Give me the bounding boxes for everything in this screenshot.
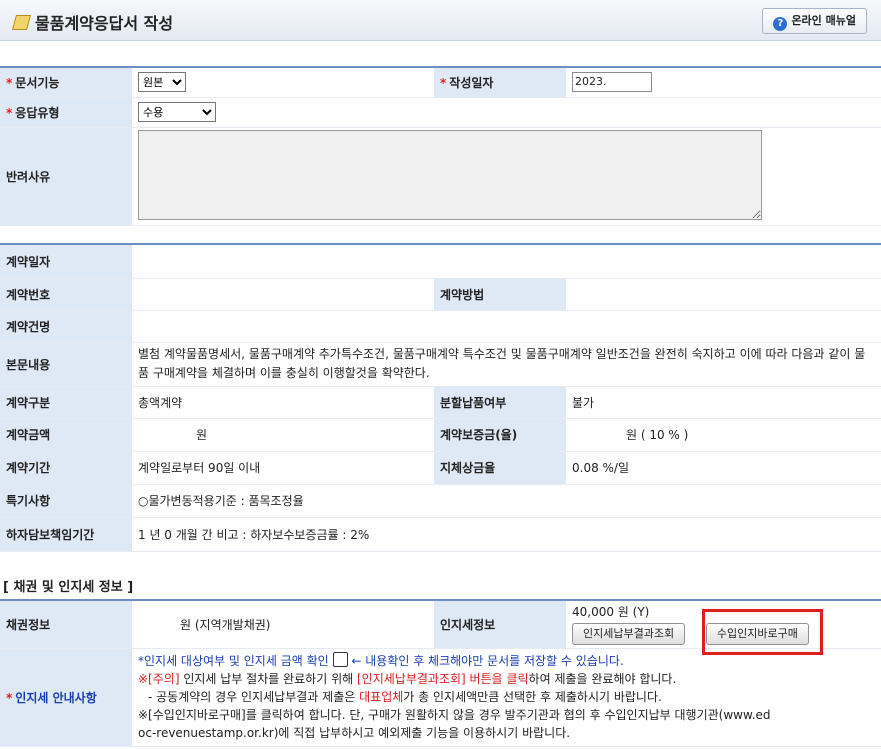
deposit-unit: 원 ( 10 % ) xyxy=(626,428,689,442)
delay-rate-label: 지체상금율 xyxy=(434,451,566,485)
created-date-field[interactable]: 2023. xyxy=(572,72,652,93)
special-notes-value: ○물가변동적용기준 : 품목조정율 xyxy=(132,484,881,518)
bond-info-value: 원 (지역개발채권) xyxy=(180,617,271,632)
contract-date-label: 계약일자 xyxy=(0,245,132,279)
help-icon: ? xyxy=(773,17,788,31)
created-date-label: * 작성일자 xyxy=(434,68,566,98)
highlight-box xyxy=(702,609,823,655)
pencil-icon xyxy=(11,15,32,30)
stamp-payment-result-button[interactable]: 인지세납부결과조회 xyxy=(572,623,686,646)
special-notes-label: 특기사항 xyxy=(0,484,132,518)
contract-body-label: 본문내용 xyxy=(0,342,132,387)
reject-reason-textarea[interactable] xyxy=(138,129,762,220)
contract-info-table: 계약일자 계약번호 계약방법 계약건명 본문내용 별첨 계약물품명세서, 물품구… xyxy=(0,245,881,552)
contract-method-label: 계약방법 xyxy=(434,278,566,311)
bond-section-title: [ 채권 및 인지세 정보 ] xyxy=(3,580,134,595)
warranty-period-value: 1 년 0 개월 간 비고 : 하자보수보증금률 : 2% xyxy=(132,517,881,552)
doc-function-select[interactable]: 원본 xyxy=(138,72,186,93)
contract-type-label: 계약구분 xyxy=(0,386,132,419)
page-header: 물품계약응답서 작성 ? 온라인 매뉴얼 xyxy=(0,0,881,41)
split-delivery-value: 불가 xyxy=(566,386,881,419)
confirm-checkbox[interactable] xyxy=(332,652,348,667)
stamp-tax-label: 인지세정보 xyxy=(434,601,566,649)
bond-info-label: 채권정보 xyxy=(0,601,132,649)
stamp-guide-label: * 인지세 안내사항 xyxy=(0,648,132,747)
split-delivery-label: 분할납품여부 xyxy=(434,386,566,419)
contract-body-text: 별첨 계약물품명세서, 물품구매계약 추가특수조건, 물품구매계약 특수조건 및… xyxy=(132,342,881,387)
contract-amount-unit: 원 xyxy=(196,428,208,442)
contract-period-label: 계약기간 xyxy=(0,451,132,485)
warranty-period-label: 하자담보책임기간 xyxy=(0,517,132,552)
page-title: 물품계약응답서 작성 xyxy=(11,10,173,34)
contract-period-value: 계약일로부터 90일 이내 xyxy=(132,451,434,485)
contract-amount-label: 계약금액 xyxy=(0,418,132,452)
contract-type-value: 총액계약 xyxy=(132,386,434,419)
doc-function-label: * 문서기능 xyxy=(0,68,132,98)
contract-name-label: 계약건명 xyxy=(0,310,132,343)
response-form-table: * 문서기능 원본 * 작성일자 2023. * 응답유형 수용 반려사유 xyxy=(0,68,881,226)
response-type-label: * 응답유형 xyxy=(0,97,132,128)
response-type-select[interactable]: 수용 xyxy=(138,102,216,122)
contract-number-label: 계약번호 xyxy=(0,278,132,311)
deposit-label: 계약보증금(율) xyxy=(434,418,566,452)
online-manual-button[interactable]: ? 온라인 매뉴얼 xyxy=(762,8,867,34)
reject-reason-label: 반려사유 xyxy=(0,127,132,226)
stamp-guide-text: *인지세 대상여부 및 인지세 금액 확인 ← 내용확인 후 체크해야만 문서를… xyxy=(132,648,881,747)
delay-rate-value: 0.08 %/일 xyxy=(566,451,881,485)
